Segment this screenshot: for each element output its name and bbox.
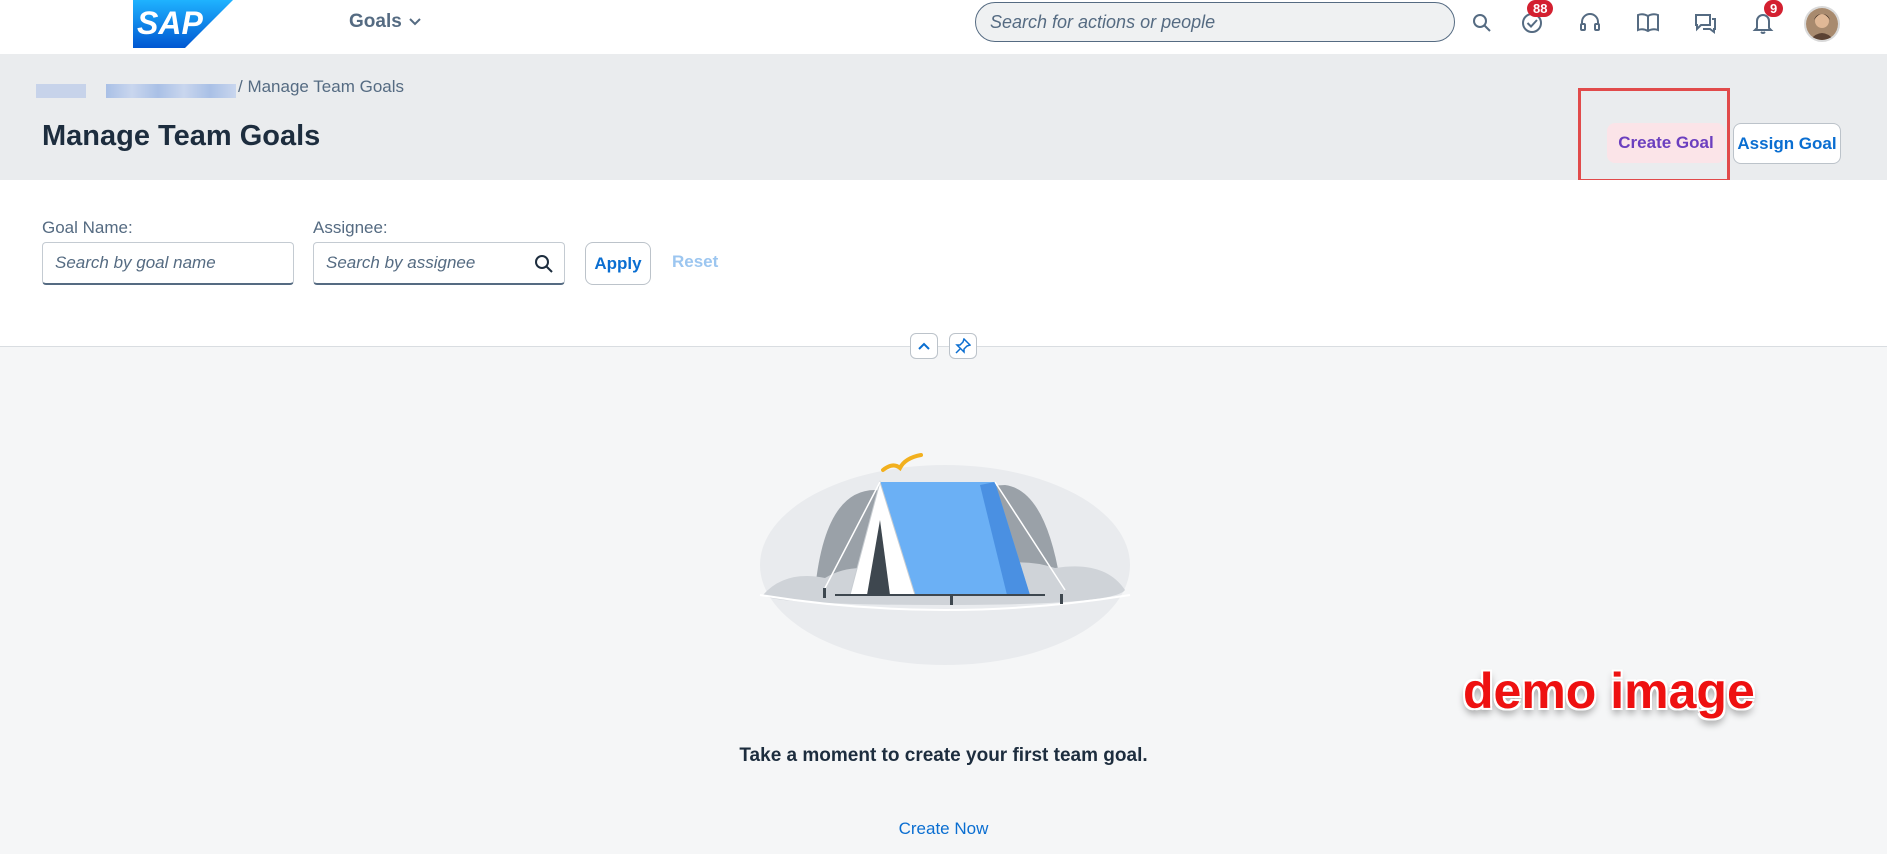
app-title: Goals — [349, 11, 402, 32]
learning-icon[interactable] — [1631, 9, 1665, 37]
breadcrumb-current: / Manage Team Goals — [238, 77, 404, 96]
breadcrumb-link-redacted[interactable] — [106, 84, 236, 98]
highlight-annotation — [1578, 88, 1730, 182]
pin-header-button[interactable] — [949, 333, 977, 359]
avatar[interactable] — [1804, 6, 1840, 42]
pin-icon — [955, 338, 971, 354]
page-title: Manage Team Goals — [42, 120, 321, 152]
empty-state-message: Take a moment to create your first team … — [739, 745, 1148, 766]
assign-goal-button[interactable]: Assign Goal — [1733, 123, 1841, 164]
breadcrumb-link-redacted[interactable] — [36, 84, 86, 98]
tasks-icon[interactable]: 88 — [1515, 0, 1554, 37]
bell-icon[interactable]: 9 — [1746, 0, 1784, 37]
search-icon[interactable] — [1465, 9, 1499, 37]
goal-name-label: Goal Name: — [42, 218, 133, 237]
chevron-down-icon — [409, 18, 421, 26]
demo-watermark: demo image — [1463, 663, 1755, 719]
svg-text:SAP: SAP — [137, 5, 203, 41]
headset-icon[interactable] — [1573, 9, 1607, 37]
create-now-link[interactable]: Create Now — [0, 819, 1887, 839]
create-now-label[interactable]: Create Now — [899, 819, 989, 838]
feedback-icon[interactable] — [1688, 9, 1722, 37]
shell-search-input[interactable]: Search for actions or people — [975, 2, 1455, 42]
assignee-input[interactable]: Search by assignee — [313, 242, 565, 285]
collapse-header-button[interactable] — [910, 333, 938, 359]
chevron-up-icon — [918, 342, 930, 350]
goal-name-input[interactable]: Search by goal name — [42, 242, 294, 285]
search-icon[interactable] — [534, 254, 554, 274]
shell-bar: SAP Goals Search for actions or people 8… — [0, 0, 1887, 54]
apply-button[interactable]: Apply — [585, 242, 651, 285]
sap-logo[interactable]: SAP — [133, 0, 233, 48]
reset-button[interactable]: Reset — [672, 252, 718, 272]
notifications-badge: 9 — [1764, 0, 1784, 17]
tasks-badge: 88 — [1527, 0, 1554, 17]
assignee-label: Assignee: — [313, 218, 388, 237]
assignee-placeholder: Search by assignee — [326, 253, 476, 272]
tent-illustration — [759, 453, 1131, 665]
app-switcher[interactable]: Goals — [349, 11, 422, 33]
